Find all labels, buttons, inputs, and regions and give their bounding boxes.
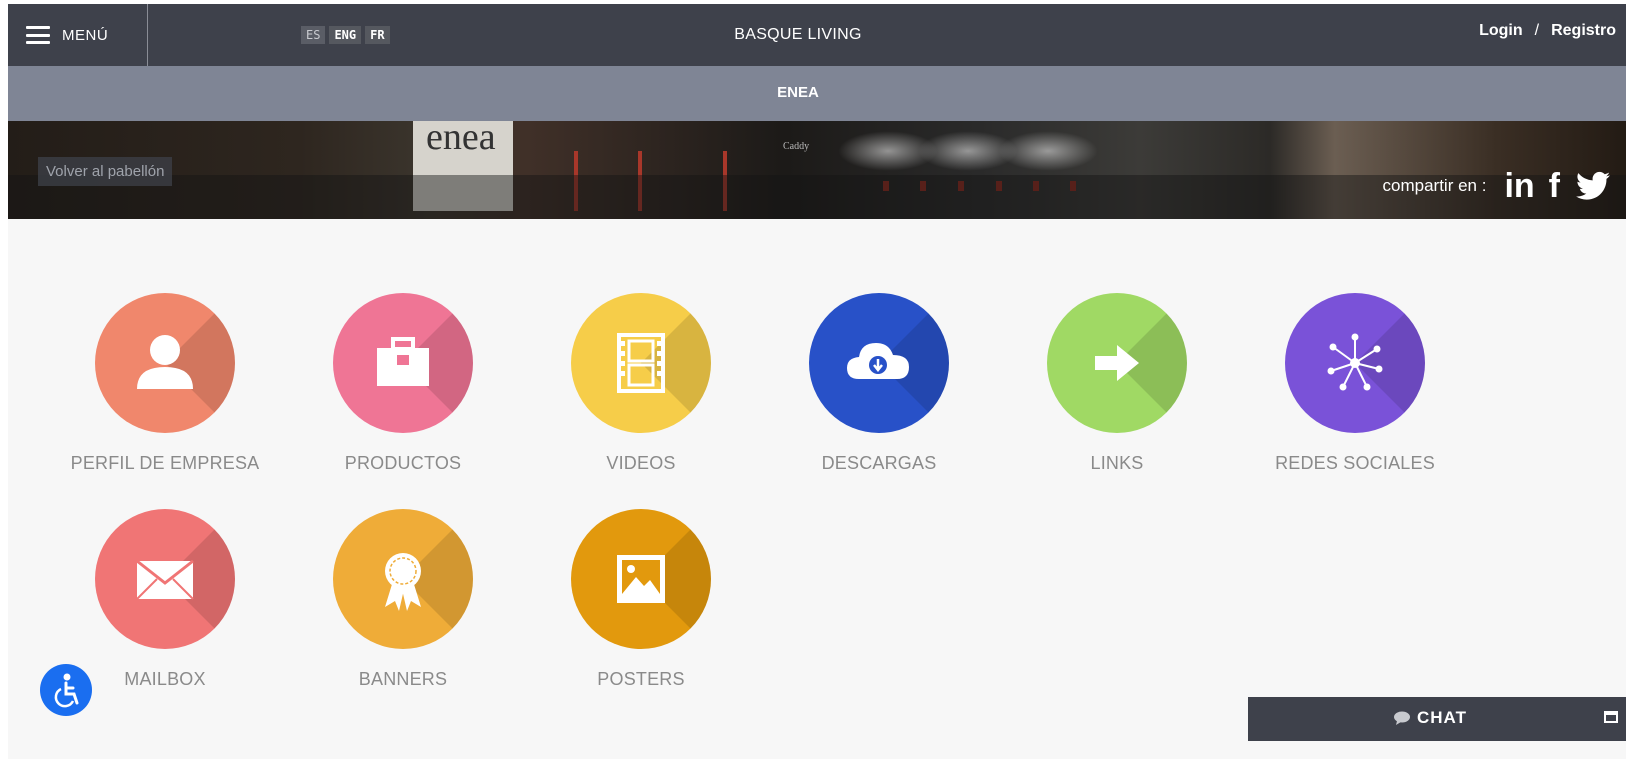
chat-window-icon[interactable] <box>1604 711 1618 723</box>
exhibitor-bar: ENEA <box>8 66 1626 121</box>
tile-mailbox[interactable]: MAILBOX <box>65 509 265 690</box>
exhibitor-title: ENEA <box>777 84 819 101</box>
tile-circle <box>809 293 949 433</box>
tile-label: BANNERS <box>358 669 448 689</box>
chat-widget[interactable]: CHAT <box>1248 697 1626 741</box>
tile-posters[interactable]: POSTERS <box>541 509 741 690</box>
back-to-pavilion-button[interactable]: Volver al pabellón <box>38 157 173 186</box>
tile-label: DESCARGAS <box>821 453 937 473</box>
share-bar: compartir en : in f <box>1383 169 1610 203</box>
tile-label: VIDEOS <box>606 453 676 473</box>
tile-circle <box>571 509 711 649</box>
tile-label: PERFIL DE EMPRESA <box>70 453 260 473</box>
twitter-icon[interactable] <box>1576 171 1610 201</box>
tile-circle <box>95 293 235 433</box>
tile-label: MAILBOX <box>124 669 206 689</box>
tile-label: REDES SOCIALES <box>1275 453 1435 473</box>
award-ribbon-icon <box>385 553 421 611</box>
tile-circle <box>95 509 235 649</box>
film-icon <box>617 333 665 393</box>
wall-light <box>998 131 1098 171</box>
network-icon <box>1327 333 1383 391</box>
register-link[interactable]: Registro <box>1551 22 1616 40</box>
tile-links[interactable]: LINKS <box>1017 293 1217 474</box>
cloud-download-icon <box>847 343 909 379</box>
auth-separator: / <box>1534 22 1540 39</box>
tile-banners[interactable]: BANNERS <box>303 509 503 690</box>
tile-circle <box>333 293 473 433</box>
tile-circle <box>1285 293 1425 433</box>
user-icon <box>137 335 193 389</box>
share-label: compartir en : <box>1382 176 1487 195</box>
brand-text: enea <box>426 121 496 158</box>
tile-productos[interactable]: PRODUCTOS <box>303 293 503 474</box>
tile-label: POSTERS <box>597 669 685 689</box>
tile-label: PRODUCTOS <box>344 453 462 473</box>
chat-label: CHAT <box>1417 708 1467 727</box>
briefcase-icon <box>377 337 429 386</box>
arrow-right-icon <box>1095 345 1139 381</box>
auth-links: Login / Registro <box>1479 22 1616 40</box>
hero-banner: enea Caddy Volver al pabellón compartir … <box>8 121 1626 219</box>
tile-perfil-de-empresa[interactable]: PERFIL DE EMPRESA <box>65 293 265 474</box>
login-link[interactable]: Login <box>1479 22 1523 40</box>
tile-circle <box>1047 293 1187 433</box>
page-frame: MENÚ ES ENG FR BASQUE LIVING Login / Reg… <box>8 4 1626 759</box>
speech-bubble-icon <box>1394 711 1410 725</box>
tile-videos[interactable]: VIDEOS <box>541 293 741 474</box>
top-navbar: MENÚ ES ENG FR BASQUE LIVING Login / Reg… <box>8 4 1626 66</box>
tile-circle <box>333 509 473 649</box>
tile-descargas[interactable]: DESCARGAS <box>779 293 979 474</box>
envelope-icon <box>136 559 194 600</box>
wheelchair-icon <box>54 673 79 708</box>
site-title: BASQUE LIVING <box>734 26 862 43</box>
tile-redes-sociales[interactable]: REDES SOCIALES <box>1255 293 1455 474</box>
accessibility-button[interactable] <box>40 664 92 716</box>
small-sign-text: Caddy <box>783 141 810 152</box>
tile-label: LINKS <box>1090 453 1144 473</box>
picture-icon <box>617 555 665 603</box>
facebook-icon[interactable]: f <box>1549 169 1560 203</box>
chat-label-wrap: CHAT <box>1393 708 1467 728</box>
tile-circle <box>571 293 711 433</box>
linkedin-icon[interactable]: in <box>1504 169 1534 203</box>
